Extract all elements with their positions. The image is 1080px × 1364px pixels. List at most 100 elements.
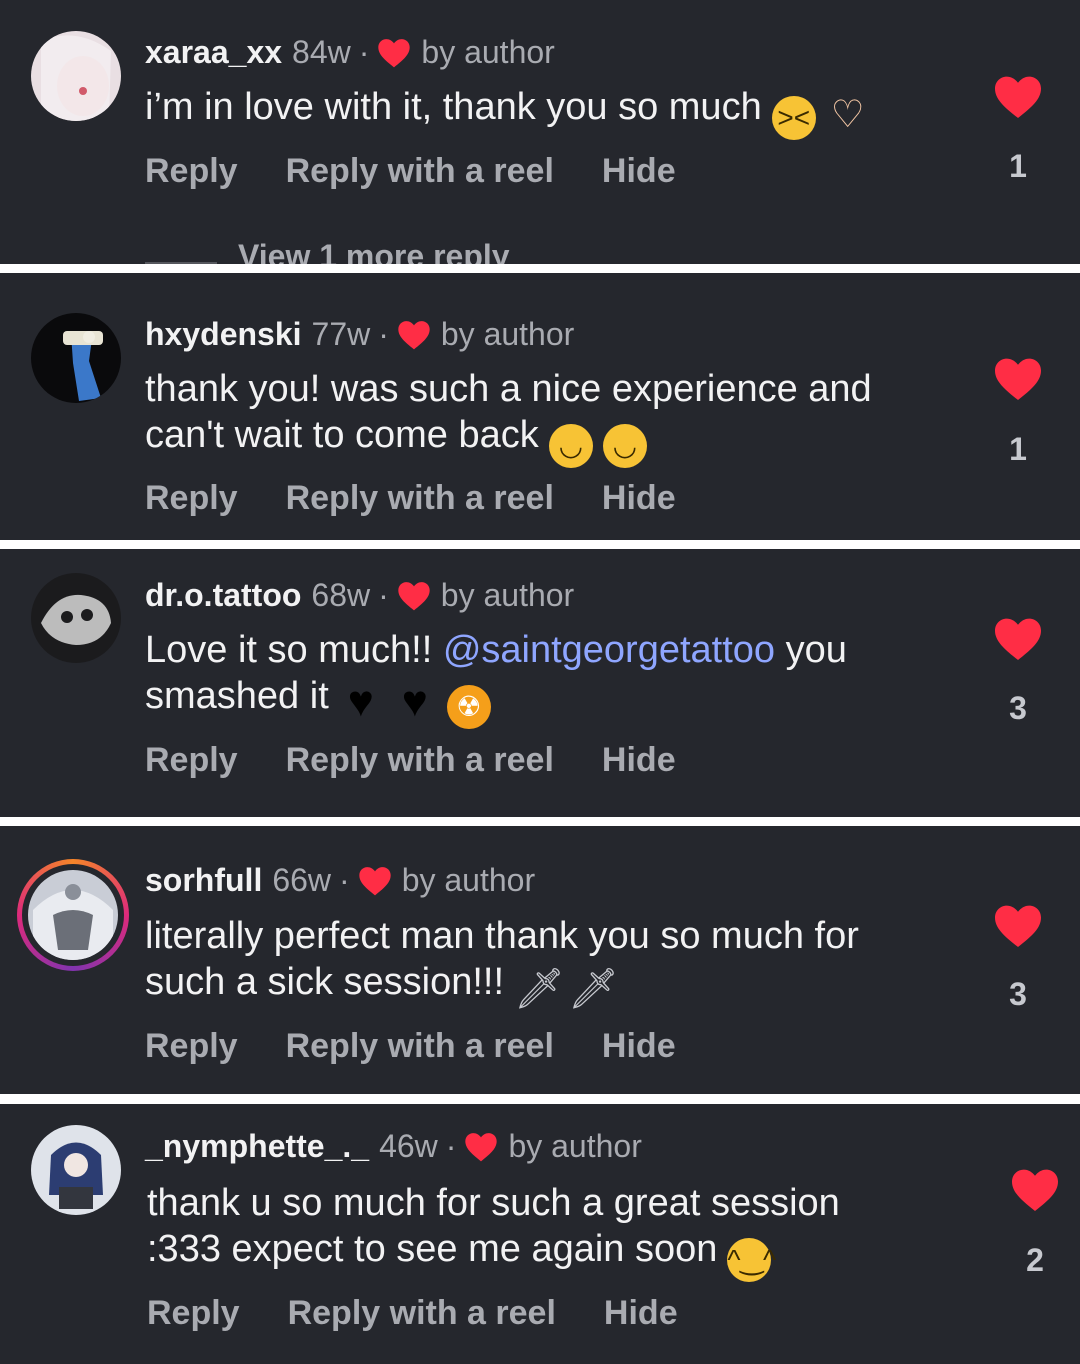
author-badge: by author (421, 34, 555, 70)
author-heart-icon (397, 320, 431, 350)
avatar[interactable] (31, 573, 121, 663)
hide-button[interactable]: Hide (602, 741, 676, 780)
author-badge: by author (401, 862, 536, 898)
tired-face-icon: >< (771, 96, 816, 140)
author-badge: by author (440, 316, 575, 352)
comment-4: sorhfull 66w · by author literally perfe… (0, 826, 1080, 1094)
hide-button[interactable]: Hide (602, 1027, 676, 1066)
like-count: 3 (1009, 976, 1027, 1012)
comment-text-content: can't wait to come back (145, 414, 539, 456)
reply-button[interactable]: Reply (147, 1294, 240, 1333)
comment-text-line-2: such a sick session!!! 🗡🗡 (145, 959, 965, 1011)
comment-text-content: such a sick session!!! (145, 961, 505, 1003)
radioactive-icon: ☢ (446, 685, 491, 729)
comment-text: literally perfect man thank you so much … (145, 913, 965, 1011)
separator-dot: · (339, 862, 350, 898)
hide-button[interactable]: Hide (602, 152, 676, 191)
reply-with-reel-button[interactable]: Reply with a reel (286, 1027, 554, 1066)
like-count: 1 (1009, 431, 1027, 467)
comment-meta: xaraa_xx 84w · by author (145, 34, 555, 71)
separator-dot: · (378, 577, 389, 613)
comment-age: 66w (272, 862, 332, 898)
view-more-replies[interactable]: View 1 more reply (238, 238, 510, 264)
mention-link[interactable]: @saintgeorgetattoo (443, 629, 775, 671)
reply-button[interactable]: Reply (145, 479, 238, 518)
comment-5: _nymphette_._ 46w · by author thank u so… (0, 1104, 1080, 1364)
like-count: 3 (1009, 690, 1027, 726)
comment-actions: Reply Reply with a reel Hide (147, 1294, 678, 1333)
comment-text: i’m in love with it, thank you so much ><… (145, 84, 965, 140)
comment-actions: Reply Reply with a reel Hide (145, 1027, 676, 1066)
like-heart-icon[interactable] (994, 357, 1042, 401)
avatar[interactable] (28, 870, 118, 960)
reply-button[interactable]: Reply (145, 1027, 238, 1066)
comment-3: dr.o.tattoo 68w · by author Love it so m… (0, 549, 1080, 817)
reply-with-reel-button[interactable]: Reply with a reel (286, 479, 554, 518)
dagger-icon: 🗡 (514, 967, 565, 1011)
reply-with-reel-button[interactable]: Reply with a reel (288, 1294, 556, 1333)
grinning-face-icon: ◡ (548, 424, 593, 468)
separator-dot: · (445, 1128, 457, 1164)
author-heart-icon (377, 38, 411, 68)
separator-dot: · (358, 34, 370, 70)
comment-meta: sorhfull 66w · by author (145, 862, 535, 899)
author-badge: by author (440, 577, 575, 613)
heart-hands-icon: ♡ (830, 94, 865, 136)
reply-button[interactable]: Reply (145, 741, 238, 780)
avatar[interactable] (31, 31, 121, 121)
comment-text-line-2: :333 expect to see me again soon ^‿^ (147, 1226, 967, 1282)
comment-age: 46w (379, 1128, 438, 1164)
comment-meta: dr.o.tattoo 68w · by author (145, 577, 574, 614)
comment-text-line-2: smashed it ♥ ♥ ☢ (145, 673, 965, 729)
author-heart-icon (464, 1132, 498, 1162)
like-heart-icon[interactable] (994, 617, 1042, 661)
comment-text-line-1: thank u so much for such a great session (147, 1182, 840, 1224)
comment-actions: Reply Reply with a reel Hide (145, 479, 676, 518)
grinning-face-icon: ◡ (602, 424, 647, 468)
hide-button[interactable]: Hide (604, 1294, 678, 1333)
cat-tears-of-joy-icon: ^‿^ (727, 1238, 776, 1282)
comment-text-line-1: literally perfect man thank you so much … (145, 915, 859, 957)
comment-text-content: :333 expect to see me again soon (147, 1228, 718, 1270)
comment-meta: _nymphette_._ 46w · by author (145, 1128, 642, 1165)
comment-age: 77w (311, 316, 371, 352)
like-count: 2 (1026, 1242, 1044, 1278)
hide-button[interactable]: Hide (602, 479, 676, 518)
like-heart-icon[interactable] (994, 75, 1042, 119)
username[interactable]: hxydenski (145, 316, 302, 353)
comment-text: Love it so much!! @saintgeorgetattoo you… (145, 627, 965, 729)
reply-button[interactable]: Reply (145, 152, 238, 191)
like-count: 1 (1009, 148, 1027, 184)
comment-text-content: you (775, 629, 847, 671)
reply-with-reel-button[interactable]: Reply with a reel (286, 152, 554, 191)
avatar[interactable] (31, 1125, 121, 1215)
black-heart-icon: ♥ (347, 677, 374, 726)
comment-actions: Reply Reply with a reel Hide (145, 741, 676, 780)
black-heart-icon: ♥ (401, 677, 428, 726)
comment-text: thank u so much for such a great session… (147, 1180, 967, 1282)
reply-with-reel-button[interactable]: Reply with a reel (286, 741, 554, 780)
username[interactable]: xaraa_xx (145, 34, 282, 71)
comment-text-content: smashed it (145, 675, 329, 717)
comment-2: hxydenski 77w · by author thank you! was… (0, 273, 1080, 540)
comment-1: xaraa_xx 84w · by author i’m in love wit… (0, 0, 1080, 264)
username[interactable]: dr.o.tattoo (145, 577, 301, 614)
username[interactable]: _nymphette_._ (145, 1128, 369, 1165)
like-heart-icon[interactable] (994, 904, 1042, 948)
comment-text-line-1: Love it so much!! @saintgeorgetattoo you (145, 627, 965, 673)
comment-text-content: i’m in love with it, thank you so much (145, 86, 762, 128)
comment-text-line-1: thank you! was such a nice experience an… (145, 368, 872, 410)
divider (145, 262, 217, 264)
comment-age: 68w (311, 577, 371, 613)
comment-text-content: Love it so much!! (145, 629, 443, 671)
author-heart-icon (358, 866, 392, 896)
username[interactable]: sorhfull (145, 862, 262, 899)
comment-age: 84w (292, 34, 351, 70)
avatar[interactable] (31, 313, 121, 403)
like-heart-icon[interactable] (1011, 1168, 1059, 1212)
comment-text: thank you! was such a nice experience an… (145, 366, 965, 468)
comment-meta: hxydenski 77w · by author (145, 316, 574, 353)
author-badge: by author (508, 1128, 642, 1164)
comment-text-line-2: can't wait to come back ◡ ◡ (145, 412, 965, 468)
comment-actions: Reply Reply with a reel Hide (145, 152, 676, 191)
